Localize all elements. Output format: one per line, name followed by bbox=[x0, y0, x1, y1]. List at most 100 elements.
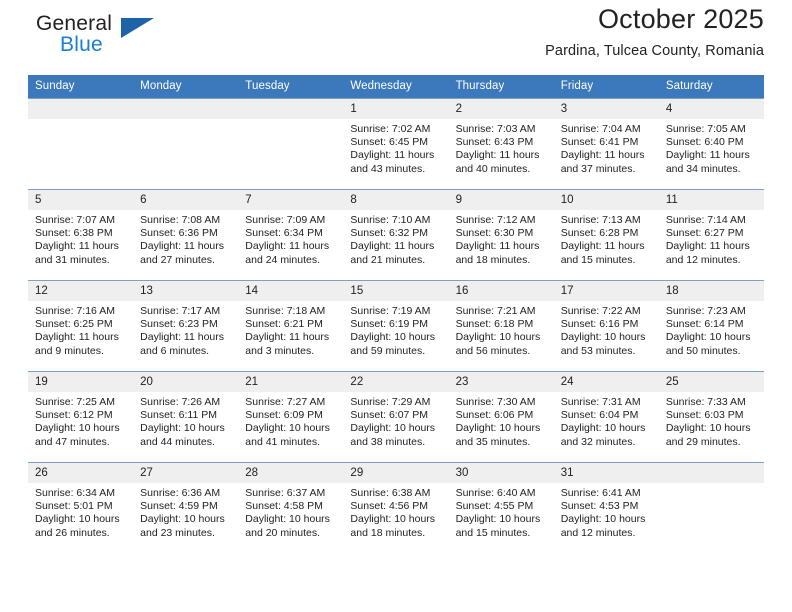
day-number: 19 bbox=[28, 372, 134, 392]
calendar-day-cell[interactable]: 20 Sunrise: 7:26 AM Sunset: 6:11 PM Dayligh… bbox=[133, 371, 239, 463]
sunset-time: Sunset: 6:09 PM bbox=[245, 409, 323, 422]
sunset-time: Sunset: 4:58 PM bbox=[245, 500, 323, 513]
calendar-week-row: 12 Sunrise: 7:16 AM Sunset: 6:25 PM Dayligh… bbox=[28, 280, 764, 372]
calendar-day-cell[interactable]: 21 Sunrise: 7:27 AM Sunset: 6:09 PM Dayligh… bbox=[238, 371, 344, 463]
calendar-day-cell[interactable]: 8 Sunrise: 7:10 AM Sunset: 6:32 PM Daylight… bbox=[343, 189, 449, 281]
calendar-day-cell[interactable]: 18 Sunrise: 7:23 AM Sunset: 6:14 PM Dayligh… bbox=[658, 280, 764, 372]
calendar-day-cell[interactable]: 1 Sunrise: 7:02 AM Sunset: 6:45 PM Daylight… bbox=[343, 98, 449, 190]
day-number: 12 bbox=[28, 281, 134, 301]
calendar-day-cell[interactable]: 22 Sunrise: 7:29 AM Sunset: 6:07 PM Dayligh… bbox=[343, 371, 449, 463]
calendar-day-cell[interactable]: 11 Sunrise: 7:14 AM Sunset: 6:27 PM Dayligh… bbox=[658, 189, 764, 281]
calendar-day-cell[interactable]: 9 Sunrise: 7:12 AM Sunset: 6:30 PM Daylight… bbox=[448, 189, 554, 281]
day-details: Sunrise: 7:26 AM Sunset: 6:11 PM Daylight:… bbox=[133, 392, 238, 449]
daylight-duration-cont: and 34 minutes. bbox=[665, 162, 741, 175]
calendar-day-cell-empty bbox=[28, 98, 134, 190]
daylight-duration-cont: and 32 minutes. bbox=[560, 435, 636, 448]
calendar-day-cell[interactable]: 10 Sunrise: 7:13 AM Sunset: 6:28 PM Dayligh… bbox=[553, 189, 659, 281]
daylight-duration: Daylight: 10 hours bbox=[455, 422, 541, 435]
calendar-day-cell[interactable]: 4 Sunrise: 7:05 AM Sunset: 6:40 PM Daylight… bbox=[658, 98, 764, 190]
sunrise-time: Sunrise: 6:41 AM bbox=[560, 487, 641, 499]
day-details: Sunrise: 7:29 AM Sunset: 6:07 PM Daylight:… bbox=[343, 392, 448, 449]
generalblue-logo[interactable]: General Blue bbox=[28, 8, 158, 58]
sunset-time: Sunset: 6:43 PM bbox=[455, 136, 534, 149]
daylight-duration: Daylight: 11 hours bbox=[350, 149, 435, 162]
daylight-duration: Daylight: 10 hours bbox=[665, 422, 751, 435]
sunrise-time: Sunrise: 7:13 AM bbox=[560, 214, 641, 226]
sunset-time: Sunset: 6:45 PM bbox=[350, 136, 429, 149]
calendar-day-cell[interactable]: 3 Sunrise: 7:04 AM Sunset: 6:41 PM Daylight… bbox=[553, 98, 659, 190]
day-number: 26 bbox=[28, 463, 134, 483]
daylight-duration: Daylight: 10 hours bbox=[455, 331, 541, 344]
sunset-time: Sunset: 6:34 PM bbox=[245, 227, 323, 240]
day-details: Sunrise: 7:30 AM Sunset: 6:06 PM Daylight:… bbox=[449, 392, 554, 449]
daylight-duration-cont: and 35 minutes. bbox=[455, 435, 531, 448]
sunrise-time: Sunrise: 7:27 AM bbox=[245, 396, 326, 408]
daylight-duration-cont: and 23 minutes. bbox=[140, 526, 215, 539]
sunrise-time: Sunrise: 7:07 AM bbox=[35, 214, 115, 226]
calendar-day-cell[interactable]: 5 Sunrise: 7:07 AM Sunset: 6:38 PM Daylight… bbox=[28, 189, 134, 281]
daylight-duration-cont: and 53 minutes. bbox=[560, 344, 636, 357]
day-number: 2 bbox=[448, 99, 554, 119]
calendar-day-cell[interactable]: 6 Sunrise: 7:08 AM Sunset: 6:36 PM Daylight… bbox=[133, 189, 239, 281]
calendar-day-cell[interactable]: 14 Sunrise: 7:18 AM Sunset: 6:21 PM Dayligh… bbox=[238, 280, 344, 372]
daylight-duration-cont: and 43 minutes. bbox=[350, 162, 426, 175]
daylight-duration-cont: and 31 minutes. bbox=[35, 253, 110, 266]
calendar-day-cell[interactable]: 28 Sunrise: 6:37 AM Sunset: 4:58 PM Dayligh… bbox=[238, 462, 344, 553]
sunrise-time: Sunrise: 7:09 AM bbox=[245, 214, 326, 226]
day-number: 29 bbox=[343, 463, 449, 483]
calendar-day-cell[interactable]: 16 Sunrise: 7:21 AM Sunset: 6:18 PM Dayligh… bbox=[448, 280, 554, 372]
day-number: 5 bbox=[28, 190, 134, 210]
sunrise-time: Sunrise: 7:02 AM bbox=[350, 123, 431, 135]
day-number bbox=[238, 99, 344, 119]
calendar-day-cell[interactable]: 24 Sunrise: 7:31 AM Sunset: 6:04 PM Dayligh… bbox=[553, 371, 659, 463]
daylight-duration-cont: and 15 minutes. bbox=[455, 526, 531, 539]
sunrise-time: Sunrise: 6:36 AM bbox=[140, 487, 221, 499]
daylight-duration-cont: and 29 minutes. bbox=[665, 435, 741, 448]
weekday-header-friday: Friday bbox=[553, 75, 659, 99]
day-details: Sunrise: 7:22 AM Sunset: 6:16 PM Daylight:… bbox=[554, 301, 659, 358]
calendar-day-cell[interactable]: 17 Sunrise: 7:22 AM Sunset: 6:16 PM Dayligh… bbox=[553, 280, 659, 372]
calendar-day-cell[interactable]: 19 Sunrise: 7:25 AM Sunset: 6:12 PM Dayligh… bbox=[28, 371, 134, 463]
calendar-day-cell[interactable]: 29 Sunrise: 6:38 AM Sunset: 4:56 PM Dayligh… bbox=[343, 462, 449, 553]
calendar-day-cell[interactable]: 31 Sunrise: 6:41 AM Sunset: 4:53 PM Dayligh… bbox=[553, 462, 659, 553]
title-block: October 2025 Pardina, Tulcea County, Rom… bbox=[545, 0, 764, 59]
sunset-time: Sunset: 6:28 PM bbox=[560, 227, 639, 240]
day-details: Sunrise: 6:37 AM Sunset: 4:58 PM Daylight:… bbox=[238, 483, 343, 540]
calendar-day-cell[interactable]: 30 Sunrise: 6:40 AM Sunset: 4:55 PM Dayligh… bbox=[448, 462, 554, 553]
sunset-time: Sunset: 4:59 PM bbox=[140, 500, 218, 513]
calendar-day-cell[interactable]: 7 Sunrise: 7:09 AM Sunset: 6:34 PM Daylight… bbox=[238, 189, 344, 281]
daylight-duration-cont: and 21 minutes. bbox=[350, 253, 426, 266]
daylight-duration: Daylight: 10 hours bbox=[560, 513, 646, 526]
sunset-time: Sunset: 6:27 PM bbox=[665, 227, 744, 240]
calendar-day-cell[interactable]: 23 Sunrise: 7:30 AM Sunset: 6:06 PM Dayligh… bbox=[448, 371, 554, 463]
day-number: 30 bbox=[448, 463, 554, 483]
calendar-day-cell[interactable]: 13 Sunrise: 7:17 AM Sunset: 6:23 PM Dayligh… bbox=[133, 280, 239, 372]
day-number: 6 bbox=[133, 190, 239, 210]
daylight-duration-cont: and 6 minutes. bbox=[140, 344, 210, 357]
calendar-day-cell[interactable]: 27 Sunrise: 6:36 AM Sunset: 4:59 PM Dayligh… bbox=[133, 462, 239, 553]
daylight-duration-cont: and 37 minutes. bbox=[560, 162, 636, 175]
daylight-duration: Daylight: 10 hours bbox=[350, 422, 436, 435]
daylight-duration: Daylight: 10 hours bbox=[560, 331, 646, 344]
day-number: 9 bbox=[448, 190, 554, 210]
sunset-time: Sunset: 6:40 PM bbox=[665, 136, 744, 149]
calendar-day-cell[interactable]: 26 Sunrise: 6:34 AM Sunset: 5:01 PM Dayligh… bbox=[28, 462, 134, 553]
calendar-day-cell[interactable]: 12 Sunrise: 7:16 AM Sunset: 6:25 PM Dayligh… bbox=[28, 280, 134, 372]
sunrise-time: Sunrise: 7:29 AM bbox=[350, 396, 431, 408]
calendar-day-cell[interactable]: 25 Sunrise: 7:33 AM Sunset: 6:03 PM Dayligh… bbox=[658, 371, 764, 463]
daylight-duration: Daylight: 11 hours bbox=[245, 240, 330, 253]
daylight-duration: Daylight: 11 hours bbox=[140, 240, 224, 253]
daylight-duration: Daylight: 10 hours bbox=[665, 331, 751, 344]
daylight-duration: Daylight: 10 hours bbox=[245, 513, 330, 526]
daylight-duration-cont: and 24 minutes. bbox=[245, 253, 320, 266]
day-number: 4 bbox=[658, 99, 764, 119]
day-number: 18 bbox=[658, 281, 764, 301]
calendar-day-cell[interactable]: 2 Sunrise: 7:03 AM Sunset: 6:43 PM Daylight… bbox=[448, 98, 554, 190]
day-details: Sunrise: 7:18 AM Sunset: 6:21 PM Daylight:… bbox=[238, 301, 343, 358]
day-details: Sunrise: 7:10 AM Sunset: 6:32 PM Daylight:… bbox=[343, 210, 448, 267]
weekday-header-sunday: Sunday bbox=[28, 75, 134, 99]
day-details: Sunrise: 7:12 AM Sunset: 6:30 PM Daylight:… bbox=[449, 210, 554, 267]
day-number: 22 bbox=[343, 372, 449, 392]
sunrise-time: Sunrise: 7:31 AM bbox=[560, 396, 641, 408]
calendar-day-cell[interactable]: 15 Sunrise: 7:19 AM Sunset: 6:19 PM Dayligh… bbox=[343, 280, 449, 372]
